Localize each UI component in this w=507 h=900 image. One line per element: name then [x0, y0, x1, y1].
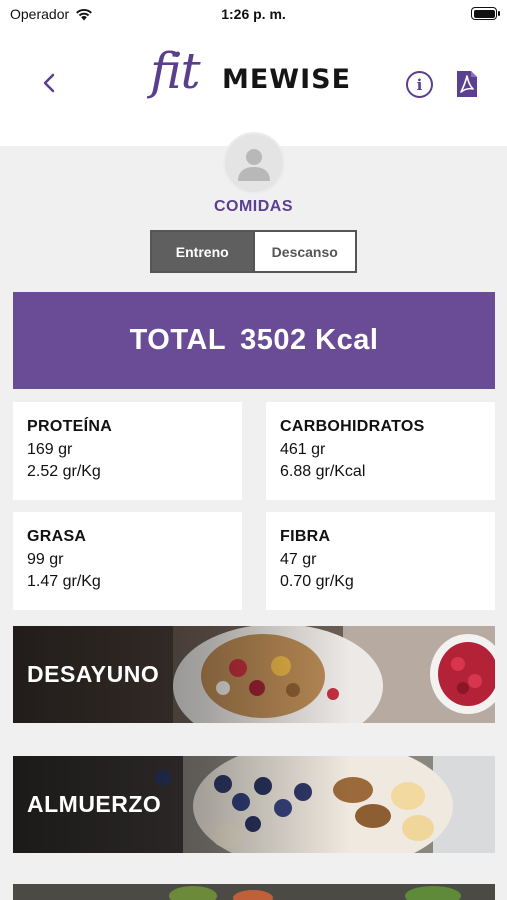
user-avatar-icon [238, 149, 270, 181]
status-bar: Operador 1:26 p. m. [0, 0, 507, 28]
macro-card-protein: PROTEÍNA 169 gr 2.52 gr/Kg [13, 402, 242, 500]
logo-script: fit [150, 42, 201, 100]
macro-amount: 169 gr [27, 441, 73, 458]
macro-amount: 461 gr [280, 441, 326, 458]
macro-ratio: 2.52 gr/Kg [27, 463, 101, 480]
meal-label: DESAYUNO [27, 661, 160, 687]
training-rest-toggle[interactable]: Entreno Descanso [150, 230, 357, 273]
status-time: 1:26 p. m. [221, 6, 286, 22]
chevron-left-icon [43, 73, 55, 93]
info-button[interactable]: i [406, 71, 433, 98]
macro-amount: 99 gr [27, 551, 64, 568]
back-button[interactable] [36, 70, 62, 96]
macro-name: CARBOHIDRATOS [280, 418, 425, 435]
meal-card-breakfast[interactable]: DESAYUNO [13, 626, 495, 723]
toggle-option-rest[interactable]: Descanso [252, 232, 355, 271]
info-icon: i [416, 75, 423, 94]
total-value: 3502 Kcal [240, 324, 379, 356]
total-calories-banner: TOTAL 3502 Kcal [13, 292, 495, 389]
meal-photo-partial [13, 884, 495, 900]
meal-label: ALMUERZO [27, 791, 162, 817]
macro-name: GRASA [27, 528, 87, 545]
macro-name: PROTEÍNA [27, 418, 113, 435]
total-label: TOTAL [129, 324, 227, 356]
section-title: COMIDAS [213, 198, 294, 215]
macro-amount: 47 gr [280, 551, 317, 568]
meal-card-next[interactable] [13, 884, 495, 900]
macro-card-fat: GRASA 99 gr 1.47 gr/Kg [13, 512, 242, 610]
app-logo: fit MEWISE [150, 42, 365, 106]
app-header: fit MEWISE i [0, 28, 507, 194]
macro-card-carbs: CARBOHIDRATOS 461 gr 6.88 gr/Kcal [266, 402, 495, 500]
logo-wordmark: MEWISE [222, 64, 352, 95]
pdf-icon [457, 71, 477, 97]
macro-ratio: 1.47 gr/Kg [27, 573, 101, 590]
macro-ratio: 6.88 gr/Kcal [280, 463, 366, 480]
macro-card-fiber: FIBRA 47 gr 0.70 gr/Kg [266, 512, 495, 610]
macro-ratio: 0.70 gr/Kg [280, 573, 354, 590]
avatar[interactable] [223, 132, 285, 194]
toggle-option-training[interactable]: Entreno [152, 232, 253, 271]
meal-card-lunch[interactable]: ALMUERZO [13, 756, 495, 853]
macro-name: FIBRA [280, 528, 331, 545]
battery-icon [471, 7, 500, 20]
pdf-export-button[interactable] [456, 70, 478, 98]
